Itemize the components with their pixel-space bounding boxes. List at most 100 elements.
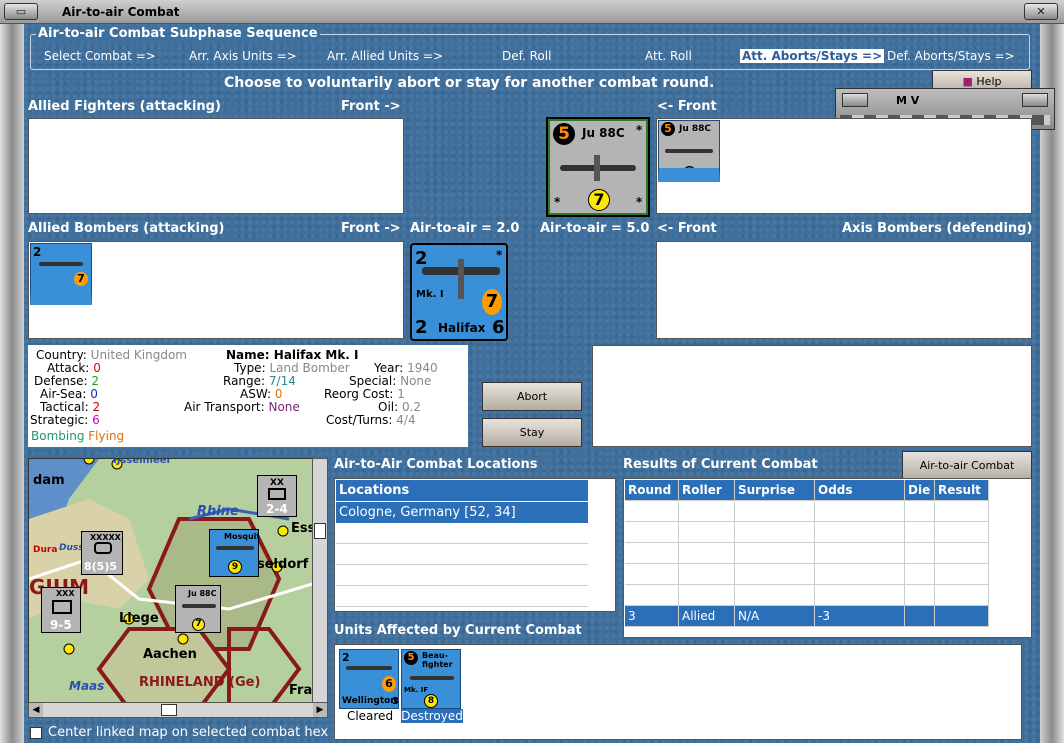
map-counter-infantry-value: 9-5: [50, 618, 72, 632]
results-cell-die[interactable]: 5: [905, 543, 935, 564]
results-table: Round Roller Surprise Odds Die Result 1 Axis N/A…: [623, 478, 1032, 638]
results-cell-odds[interactable]: +3: [815, 585, 905, 606]
results-header-die[interactable]: Die: [905, 480, 935, 501]
axis-fighters-box[interactable]: 5 Ju 88C 7: [656, 118, 1032, 214]
results-header-round[interactable]: Round: [625, 480, 679, 501]
results-cell-result[interactable]: [935, 585, 989, 606]
results-cell-result[interactable]: DC: [935, 522, 989, 543]
allied-bomber-small-counter[interactable]: 2 7 2 Halifax 6: [30, 243, 92, 305]
abort-button[interactable]: Abort: [482, 382, 582, 411]
affected-units-box[interactable]: 2 6 Wellington 3 Cleared 5 Beau-fighter …: [334, 644, 1022, 740]
results-cell-roller[interactable]: Allied: [679, 522, 735, 543]
results-cell-die[interactable]: 10: [905, 522, 935, 543]
axis-fighter-name: Ju 88C: [582, 126, 625, 140]
map-counter-ju88[interactable]: Ju 88C 7: [175, 585, 221, 633]
results-cell-round[interactable]: 2: [625, 543, 679, 564]
results-cell-surprise[interactable]: N/A: [735, 606, 815, 627]
phase-arrange-axis: Arr. Axis Units =>: [189, 49, 297, 63]
results-cell-surprise[interactable]: N/A: [735, 522, 815, 543]
results-cell-roller[interactable]: Axis: [679, 585, 735, 606]
location-item-cologne[interactable]: Cologne, Germany [52, 34]: [336, 502, 588, 523]
results-cell-result[interactable]: AC: [935, 501, 989, 522]
results-header-result[interactable]: Result: [935, 480, 989, 501]
locations-list[interactable]: Locations Cologne, Germany [52, 34]: [334, 478, 616, 612]
info-range: Range: 7/14: [223, 374, 296, 388]
axis-fighter-star-2: *: [554, 195, 561, 209]
results-cell-result[interactable]: [935, 606, 989, 627]
map-counter-corps[interactable]: XX 2-4: [257, 475, 297, 517]
results-cell-odds[interactable]: -3: [815, 606, 905, 627]
linked-map[interactable]: dam Rhine Essen seldorf Liege Aachen RHI…: [28, 458, 328, 704]
results-cell-result[interactable]: DX: [935, 543, 989, 564]
results-cell-round[interactable]: 3: [625, 585, 679, 606]
results-cell-roller[interactable]: Axis: [679, 501, 735, 522]
map-counter-mosquito[interactable]: Mosquito 9: [209, 529, 259, 577]
axis-fighter-small-top: 5: [661, 122, 675, 136]
mini-window-close-button[interactable]: [1022, 93, 1048, 107]
map-counter-army[interactable]: XXXXX 8(5)5: [81, 531, 123, 575]
center-map-checkbox[interactable]: [30, 727, 42, 739]
halifax-large-value: 7: [482, 289, 502, 315]
map-label-dura: Dura: [33, 545, 58, 555]
subphase-title: Air-to-air Combat Subphase Sequence: [36, 26, 320, 41]
results-cell-odds[interactable]: 0: [815, 543, 905, 564]
window-menu-button[interactable]: ▭: [4, 3, 38, 20]
results-cell-surprise[interactable]: N/A: [735, 564, 815, 585]
results-cell-round[interactable]: 1: [625, 501, 679, 522]
results-cell-die[interactable]: [905, 585, 935, 606]
affected-wellington-counter[interactable]: 2 6 Wellington 3: [339, 649, 399, 709]
mini-window-menu-button[interactable]: [842, 93, 868, 107]
results-cell-round[interactable]: 2: [625, 564, 679, 585]
halifax-name: Halifax: [438, 321, 486, 335]
map-counter-ju88-value: 7: [192, 618, 205, 631]
map-label-ijsselmeer: IJsselmeer: [113, 458, 172, 466]
scroll-left-arrow-icon[interactable]: ◀: [29, 703, 43, 717]
allied-bomber-large-counter[interactable]: 2 * Mk. I 7 2 Halifax 6: [410, 243, 508, 341]
info-airtransport: Air Transport: None: [184, 400, 300, 414]
results-cell-surprise[interactable]: N/A: [735, 585, 815, 606]
results-cell-odds[interactable]: 0: [815, 522, 905, 543]
results-cell-odds[interactable]: 0: [815, 501, 905, 522]
results-header-roller[interactable]: Roller: [679, 480, 735, 501]
combat-chart-button[interactable]: Air-to-air Combat Chart: [902, 451, 1032, 499]
results-cell-round[interactable]: 3: [625, 606, 679, 627]
beaufighter-value: 8: [424, 694, 438, 708]
map-hscroll-thumb[interactable]: [161, 704, 177, 716]
results-cell-roller[interactable]: Axis: [679, 543, 735, 564]
results-cell-result[interactable]: DC: [935, 564, 989, 585]
results-cell-surprise[interactable]: N/A: [735, 501, 815, 522]
axis-bombers-box[interactable]: [656, 241, 1032, 339]
results-cell-surprise[interactable]: N/A: [735, 543, 815, 564]
allied-bombers-box[interactable]: 2 7 2 Halifax 6: [28, 241, 404, 339]
wellington-plane-icon: [346, 666, 392, 670]
results-cell-odds[interactable]: 0: [815, 564, 905, 585]
axis-fighter-small-counter[interactable]: 5 Ju 88C 7: [658, 120, 720, 182]
results-cell-roller[interactable]: Allied: [679, 564, 735, 585]
results-cell-die[interactable]: 9: [905, 501, 935, 522]
allied-bombers-label: Allied Bombers (attacking): [28, 221, 225, 236]
map-counter-infantry[interactable]: XXX 9-5: [41, 587, 81, 633]
scroll-right-arrow-icon[interactable]: ▶: [313, 703, 327, 717]
affected-beaufighter-counter[interactable]: 5 Beau-fighter Mk. IF 8: [401, 649, 461, 709]
map-vscroll-thumb[interactable]: [314, 523, 326, 539]
results-header-odds[interactable]: Odds: [815, 480, 905, 501]
axis-fighter-large-counter[interactable]: 5 Ju 88C * 7 * *: [548, 119, 648, 215]
armor-icon: [94, 542, 112, 554]
results-cell-roller[interactable]: Allied: [679, 606, 735, 627]
allied-fighters-box[interactable]: [28, 118, 404, 214]
results-cell-round[interactable]: 1: [625, 522, 679, 543]
map-horizontal-scrollbar[interactable]: ◀ ▶: [28, 702, 328, 718]
close-button[interactable]: ✕: [1024, 3, 1058, 20]
results-header-surprise[interactable]: Surprise: [735, 480, 815, 501]
info-special: Special: None: [349, 374, 432, 388]
stay-button[interactable]: Stay: [482, 418, 582, 447]
infantry-cross-icon: [52, 600, 72, 614]
results-cell-die[interactable]: [905, 606, 935, 627]
info-name: Name: Halifax Mk. I: [226, 348, 359, 362]
locations-title: Air-to-Air Combat Locations: [334, 457, 538, 472]
instruction-text: Choose to voluntarily abort or stay for …: [224, 75, 715, 91]
phase-attacker-aborts: Att. Aborts/Stays =>: [740, 49, 885, 63]
results-cell-die[interactable]: 11: [905, 564, 935, 585]
map-vertical-scrollbar[interactable]: [312, 458, 328, 704]
infantry-icon: [268, 488, 286, 500]
